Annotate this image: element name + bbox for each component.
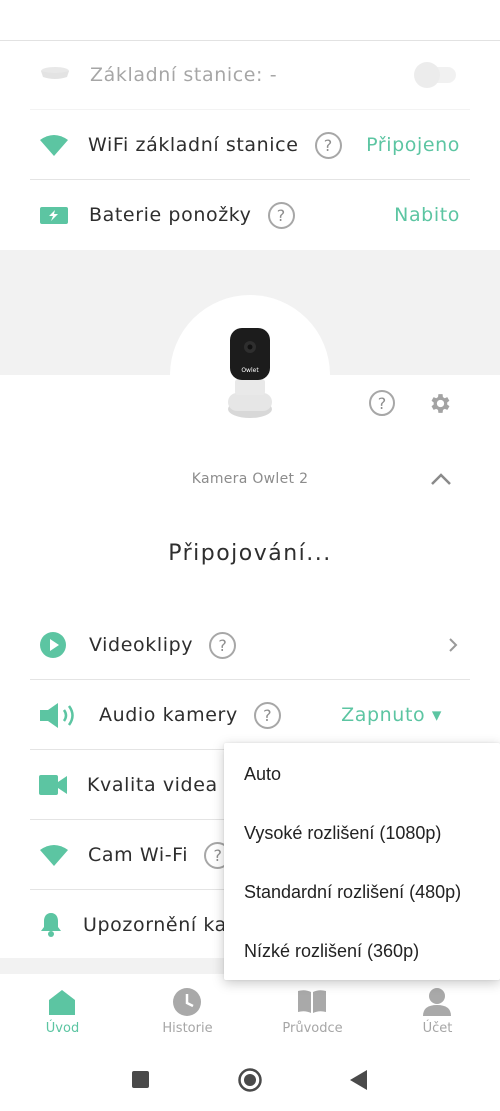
wifi-icon (40, 845, 68, 866)
sock-battery-row[interactable]: Baterie ponožky ? Nabito (30, 180, 470, 250)
clock-icon (173, 988, 201, 1016)
video-camera-icon (39, 775, 67, 795)
help-icon[interactable]: ? (253, 701, 281, 729)
speaker-icon (40, 703, 74, 728)
video-quality-dropdown: Auto Vysoké rozlišení (1080p) Standardní… (224, 743, 500, 980)
chevron-right-icon (449, 638, 458, 652)
videoclips-row[interactable]: Videoklipy ? (30, 610, 470, 680)
connection-status: Připojování... (168, 541, 332, 566)
wifi-base-station-label: WiFi základní stanice (88, 134, 299, 156)
owlet-camera-image: Owlet (228, 328, 272, 418)
home-icon (49, 990, 75, 1015)
tab-guide[interactable]: Průvodce (250, 974, 375, 1044)
tab-history-label: Historie (162, 1021, 213, 1036)
sock-battery-label: Baterie ponožky (89, 204, 252, 226)
camera-help-button[interactable]: ? (369, 390, 395, 416)
home-button-icon[interactable] (238, 1068, 262, 1092)
videoclips-label: Videoklipy (89, 634, 194, 656)
back-icon[interactable] (350, 1070, 368, 1090)
battery-icon (40, 207, 68, 224)
camera-name: Kamera Owlet 2 (191, 471, 309, 487)
wifi-base-station-status: Připojeno (366, 134, 460, 156)
bottom-tab-bar: Úvod Historie Průvodce Účet (0, 974, 500, 1044)
tab-account[interactable]: Účet (375, 974, 500, 1044)
help-icon[interactable]: ? (267, 201, 295, 229)
tab-history[interactable]: Historie (125, 974, 250, 1044)
quality-option-480p[interactable]: Standardní rozlišení (480p) (244, 882, 461, 903)
help-icon: ? (377, 393, 387, 413)
quality-option-auto[interactable]: Auto (244, 764, 281, 785)
tab-guide-label: Průvodce (282, 1021, 343, 1036)
toggle-knob (414, 62, 440, 88)
system-nav-bar (0, 1044, 500, 1111)
camera-audio-select[interactable]: Zapnuto ▾ (341, 704, 442, 726)
help-icon[interactable]: ? (314, 131, 342, 159)
base-station-label: Základní stanice: - (90, 64, 278, 86)
person-icon (423, 988, 451, 1016)
chevron-up-icon[interactable] (430, 472, 452, 486)
sock-battery-status: Nabito (394, 204, 460, 226)
gear-icon[interactable] (428, 391, 453, 416)
help-icon[interactable]: ? (209, 631, 237, 659)
quality-option-360p[interactable]: Nízké rozlišení (360p) (244, 941, 419, 962)
recents-icon[interactable] (132, 1071, 149, 1088)
tab-home[interactable]: Úvod (0, 974, 125, 1044)
bell-icon (41, 913, 61, 937)
camera-audio-label: Audio kamery (99, 704, 238, 726)
wifi-icon (40, 135, 68, 156)
quality-option-1080p[interactable]: Vysoké rozlišení (1080p) (244, 823, 441, 844)
camera-audio-row[interactable]: Audio kamery ? Zapnuto ▾ (30, 680, 470, 750)
play-icon (40, 632, 66, 658)
base-station-icon (41, 67, 69, 79)
tab-account-label: Účet (422, 1021, 453, 1036)
book-icon (298, 990, 326, 1013)
wifi-base-station-row[interactable]: WiFi základní stanice ? Připojeno (30, 110, 470, 180)
camera-brand-text: Owlet (241, 367, 259, 374)
cam-wifi-label: Cam Wi-Fi (88, 844, 189, 866)
base-station-row: Základní stanice: - (30, 40, 470, 110)
tab-home-label: Úvod (45, 1021, 80, 1036)
video-quality-label: Kvalita videa (87, 774, 218, 796)
